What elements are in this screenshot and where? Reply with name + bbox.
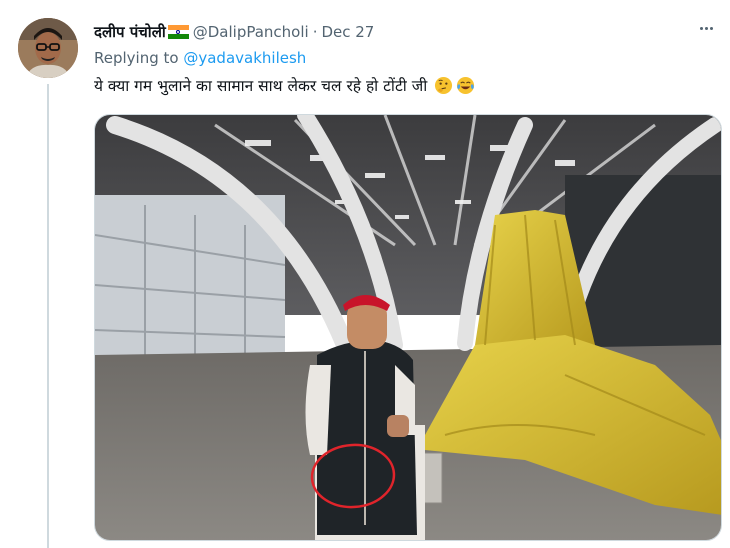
tweet-text: ये क्या गम भुलाने का सामान साथ लेकर चल र… [94, 74, 475, 96]
tweet-body: ये क्या गम भुलाने का सामान साथ लेकर चल र… [94, 77, 428, 95]
tweet-date[interactable]: Dec 27 [321, 23, 374, 41]
tweet-header: दलीप पंचोली @DalipPancholi · Dec 27 [94, 20, 730, 44]
photo-image [95, 115, 721, 540]
replying-to: Replying to @yadavakhilesh [94, 49, 306, 67]
thinking-face-icon [435, 76, 453, 94]
india-flag-icon [167, 25, 189, 39]
tweet-photo[interactable] [94, 114, 722, 541]
reply-to-handle-link[interactable]: @yadavakhilesh [183, 49, 306, 67]
more-options-icon[interactable] [694, 18, 718, 38]
author-name[interactable]: दलीप पंचोली [94, 22, 166, 42]
replying-to-label: Replying to [94, 49, 179, 67]
separator-dot: · [312, 23, 318, 41]
thread-connector-line [47, 84, 49, 548]
author-handle[interactable]: @DalipPancholi [193, 23, 309, 41]
face-with-tears-of-joy-icon [457, 76, 475, 94]
avatar-image [18, 18, 78, 78]
avatar[interactable] [18, 18, 78, 78]
